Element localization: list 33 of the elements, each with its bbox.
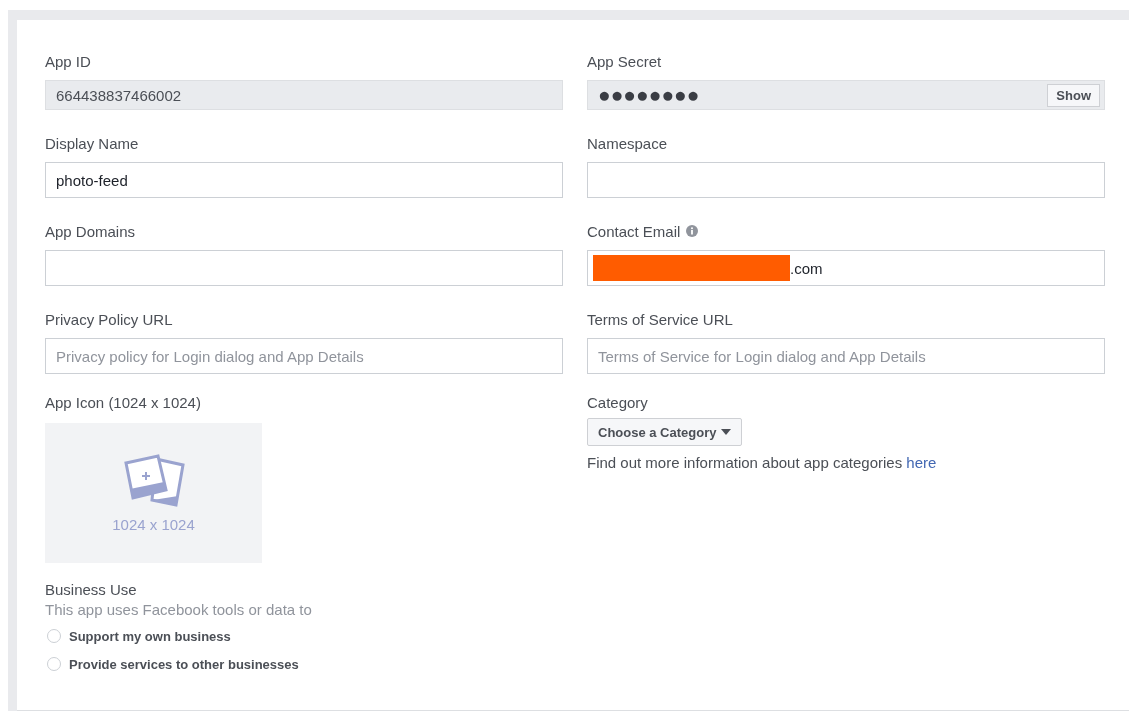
field-label: App Icon (1024 x 1024) bbox=[45, 394, 201, 411]
size-caption: 1024 x 1024 bbox=[112, 516, 195, 533]
field-label: Terms of Service URL bbox=[587, 310, 733, 328]
field-label: Business Use bbox=[45, 581, 137, 598]
input-field[interactable] bbox=[587, 162, 1105, 198]
input-field[interactable]: Terms of Service for Login dialog and App Details bbox=[587, 338, 1105, 374]
input-field[interactable]: photo-feed bbox=[45, 162, 563, 198]
radio-button[interactable] bbox=[47, 629, 61, 643]
field-label: Display Name bbox=[45, 134, 139, 152]
field-label: App Domains bbox=[45, 222, 136, 240]
field-label: Category bbox=[587, 394, 648, 411]
radio-option[interactable]: Provide services to other businesses bbox=[47, 650, 299, 678]
category-dropdown[interactable]: Choose a Category bbox=[587, 418, 743, 446]
radio-option[interactable]: Support my own business bbox=[47, 622, 231, 650]
hint-text: This app uses Facebook tools or data to bbox=[45, 601, 312, 618]
show-button[interactable]: Show bbox=[1047, 83, 1100, 107]
input-field[interactable] bbox=[45, 250, 563, 286]
here-link[interactable]: here bbox=[906, 454, 937, 471]
radio-button[interactable] bbox=[47, 657, 61, 671]
field-value: .com bbox=[790, 259, 823, 277]
masked-value: ●●●●●●●● bbox=[598, 83, 700, 107]
field-label: App Secret bbox=[587, 52, 662, 70]
field-label: Namespace bbox=[587, 134, 668, 152]
info-icon[interactable] bbox=[686, 225, 699, 237]
field-label: Privacy Policy URL bbox=[45, 310, 173, 328]
input-field[interactable]: Privacy policy for Login dialog and App Details bbox=[45, 338, 563, 374]
photo-add-icon bbox=[122, 453, 185, 508]
caret-icon bbox=[721, 429, 732, 435]
help-text: Find out more information about app categories here bbox=[587, 454, 937, 471]
app-id-field: 664438837466002 bbox=[45, 80, 563, 110]
input-field[interactable]: .com bbox=[587, 250, 1105, 286]
field-label: App ID bbox=[45, 52, 91, 70]
field-label: Contact Email bbox=[587, 222, 681, 240]
